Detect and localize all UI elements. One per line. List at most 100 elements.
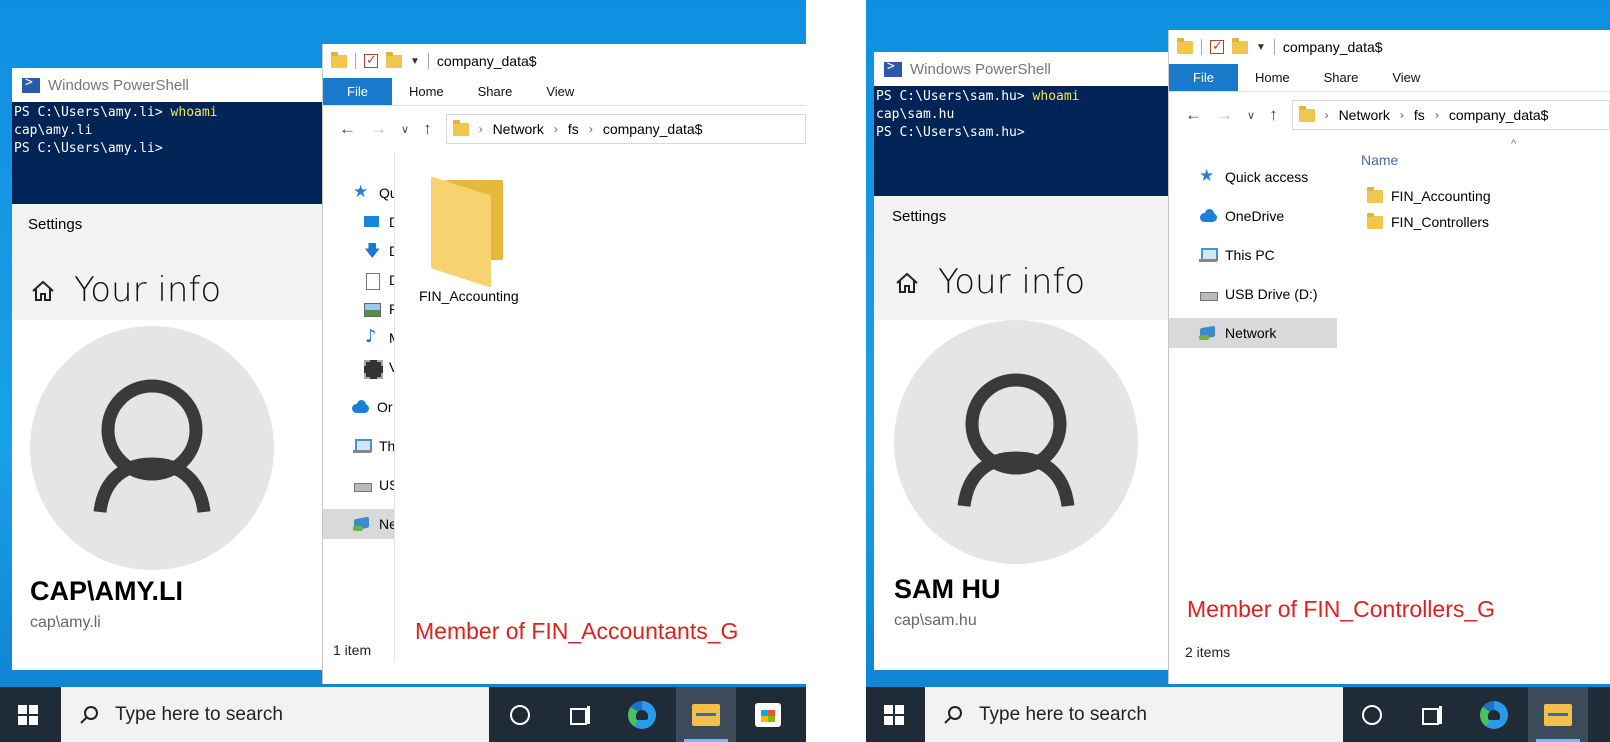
nav-quick-access[interactable]: Quick access <box>1199 162 1308 192</box>
powershell-icon <box>884 59 902 77</box>
tab-home[interactable]: Home <box>1238 64 1307 91</box>
file-explorer-icon <box>1544 703 1572 726</box>
file-explorer-button[interactable] <box>676 687 736 742</box>
list-item[interactable]: FIN_Accounting <box>1367 186 1491 204</box>
taskbar-search[interactable]: Type here to search <box>61 687 489 742</box>
computer-icon <box>353 438 372 454</box>
tab-share[interactable]: Share <box>461 78 530 105</box>
powershell-console[interactable]: PS C:\Users\amy.li> whoami cap\amy.li PS C… <box>12 102 322 204</box>
tab-share[interactable]: Share <box>1307 64 1376 91</box>
network-folder-icon <box>452 119 469 136</box>
chevron-right-icon[interactable]: › <box>554 122 558 136</box>
settings-label: Settings <box>892 208 947 225</box>
chevron-right-icon[interactable]: › <box>1325 108 1329 122</box>
properties-icon[interactable] <box>1210 38 1224 54</box>
nav-network[interactable]: Network <box>1169 318 1337 348</box>
recent-locations-chevron-icon[interactable]: ∨ <box>1247 109 1255 122</box>
tab-view[interactable]: View <box>1375 64 1437 91</box>
explorer-app-icon <box>331 51 347 68</box>
back-arrow-icon[interactable]: ← <box>339 119 356 139</box>
tab-file[interactable]: File <box>1169 64 1238 91</box>
nav-onedrive[interactable]: OneDrive <box>1199 201 1284 231</box>
search-placeholder: Type here to search <box>115 703 283 725</box>
file-explorer-button[interactable] <box>1528 687 1588 742</box>
nav-desktop[interactable]: D <box>363 207 394 237</box>
windows-start-icon[interactable] <box>884 705 904 725</box>
powershell-titlebar[interactable]: Windows PowerShell <box>12 68 322 102</box>
chevron-right-icon[interactable]: › <box>1435 108 1439 122</box>
computer-icon <box>1199 247 1218 263</box>
store-button[interactable] <box>740 687 796 742</box>
windows-start-icon[interactable] <box>18 705 38 725</box>
breadcrumb-fs[interactable]: fs <box>1414 107 1425 123</box>
console-line: PS C:\Users\amy.li> whoami <box>14 105 218 120</box>
star-icon <box>1199 166 1217 186</box>
task-view-icon <box>1422 705 1442 725</box>
up-arrow-icon[interactable]: ↑ <box>423 119 432 139</box>
cloud-icon <box>351 399 369 415</box>
avatar <box>894 320 1138 564</box>
new-folder-icon[interactable] <box>386 51 402 68</box>
properties-icon[interactable] <box>364 52 378 68</box>
home-icon[interactable] <box>894 270 920 296</box>
nav-downloads[interactable]: D <box>363 236 394 267</box>
recent-locations-chevron-icon[interactable]: ∨ <box>401 123 409 136</box>
edge-button[interactable] <box>1466 687 1522 742</box>
list-item[interactable]: FIN_Controllers <box>1367 212 1489 230</box>
taskbar: Type here to search <box>0 687 806 742</box>
settings-label: Settings <box>28 216 83 233</box>
powershell-titlebar[interactable]: Windows PowerShell <box>874 52 1174 86</box>
breadcrumb-network[interactable]: Network <box>1339 107 1390 123</box>
edge-button[interactable] <box>614 687 670 742</box>
task-view-button[interactable] <box>552 687 608 742</box>
powershell-console[interactable]: PS C:\Users\sam.hu> whoami cap\sam.hu PS C… <box>874 86 1174 196</box>
status-bar: 1 item <box>333 642 372 658</box>
status-bar: 2 items <box>1185 644 1231 660</box>
column-header-name[interactable]: Name <box>1361 152 1398 168</box>
task-view-button[interactable] <box>1404 687 1460 742</box>
nav-pictures[interactable]: P <box>363 294 394 324</box>
cortana-button[interactable] <box>492 687 548 742</box>
nav-usb-drive[interactable]: USB Drive (D:) <box>1199 279 1318 309</box>
nav-this-pc[interactable]: This PC <box>1199 240 1275 270</box>
edge-icon <box>1480 700 1508 729</box>
back-arrow-icon[interactable]: ← <box>1185 105 1202 125</box>
folder-icon[interactable] <box>431 176 503 288</box>
tab-view[interactable]: View <box>529 78 591 105</box>
chevron-right-icon[interactable]: › <box>479 122 483 136</box>
forward-arrow-icon[interactable]: → <box>1216 105 1233 125</box>
breadcrumb-company-data[interactable]: company_data$ <box>603 121 703 137</box>
nav-videos[interactable]: V <box>363 352 394 382</box>
chevron-right-icon[interactable]: › <box>1400 108 1404 122</box>
customize-toolbar-icon[interactable]: ▼ <box>1256 42 1266 53</box>
address-bar[interactable]: › Network › fs › company_data$ <box>445 114 806 144</box>
nav-usb-drive[interactable]: US <box>353 470 394 500</box>
console-line: PS C:\Users\sam.hu> <box>876 125 1025 140</box>
nav-music[interactable]: M <box>363 323 394 353</box>
address-bar[interactable]: › Network › fs › company_data$ <box>1291 100 1610 130</box>
nav-network[interactable]: Ne <box>323 509 394 539</box>
star-icon <box>353 182 371 202</box>
chevron-right-icon[interactable]: › <box>589 122 593 136</box>
forward-arrow-icon[interactable]: → <box>370 119 387 139</box>
tab-home[interactable]: Home <box>392 78 461 105</box>
customize-toolbar-icon[interactable]: ▼ <box>410 56 420 67</box>
powershell-window[interactable]: Windows PowerShell PS C:\Users\amy.li> w… <box>12 68 322 204</box>
new-folder-icon[interactable] <box>1232 37 1248 54</box>
breadcrumb-fs[interactable]: fs <box>568 121 579 137</box>
nav-this-pc[interactable]: Th <box>353 431 394 461</box>
nav-quick-access[interactable]: Qu <box>353 178 394 208</box>
window-title: company_data$ <box>1282 39 1383 55</box>
up-arrow-icon[interactable]: ↑ <box>1269 105 1278 125</box>
home-icon[interactable] <box>30 278 56 304</box>
taskbar-search[interactable]: Type here to search <box>925 687 1343 742</box>
breadcrumb-company-data[interactable]: company_data$ <box>1449 107 1549 123</box>
powershell-window[interactable]: Windows PowerShell PS C:\Users\sam.hu> w… <box>874 52 1174 196</box>
folder-name[interactable]: FIN_Accounting <box>419 288 519 304</box>
cortana-button[interactable] <box>1344 687 1400 742</box>
window-title: company_data$ <box>436 53 537 69</box>
tab-file[interactable]: File <box>323 78 392 105</box>
nav-documents[interactable]: D <box>363 265 394 295</box>
nav-onedrive[interactable]: Or <box>351 392 393 422</box>
breadcrumb-network[interactable]: Network <box>493 121 544 137</box>
